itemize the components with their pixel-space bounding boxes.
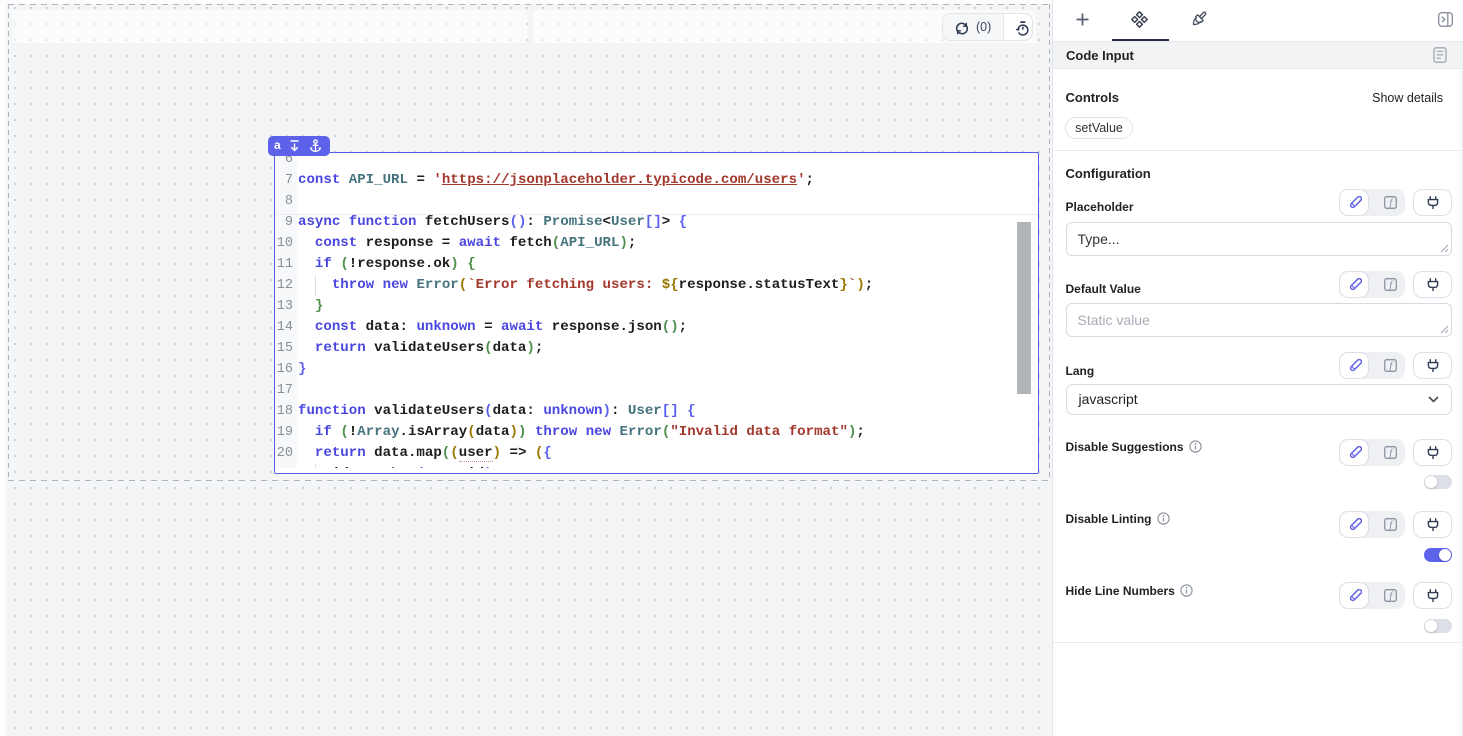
svg-text:f: f <box>1389 360 1394 372</box>
svg-text:f: f <box>1389 590 1394 602</box>
svg-text:f: f <box>1389 197 1394 209</box>
svg-text:f: f <box>1389 447 1394 459</box>
svg-text:f: f <box>1389 279 1394 291</box>
svg-text:f: f <box>1389 519 1394 531</box>
